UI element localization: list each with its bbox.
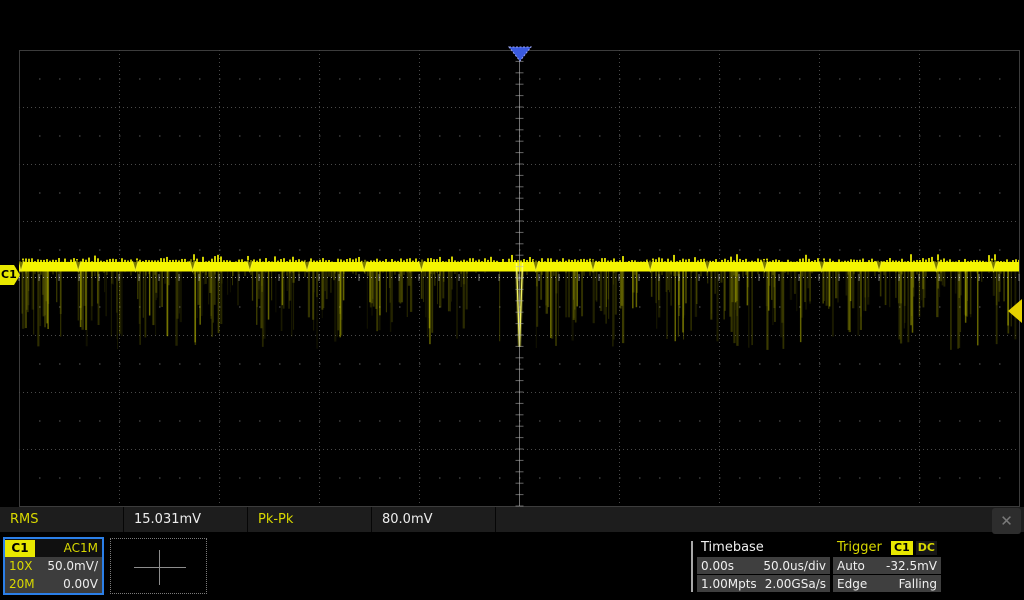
- channel-box-row-3: 20M 0.00V: [5, 575, 102, 593]
- measurement-pkpk-value-cell[interactable]: 80.0mV: [372, 507, 496, 532]
- trigger-slope: Falling: [899, 577, 937, 591]
- trigger-level: -32.5mV: [886, 559, 937, 573]
- measurement-pkpk-value: 80.0mV: [382, 512, 433, 527]
- close-icon: ✕: [1000, 512, 1013, 530]
- timebase-sample-rate: 2.00GSa/s: [765, 577, 826, 591]
- trigger-header: Trigger C1 DC: [833, 539, 941, 556]
- channel-probe: 10X: [9, 559, 33, 573]
- channel-coupling: AC1M: [35, 541, 102, 555]
- trigger-type: Edge: [837, 577, 867, 591]
- trigger-panel[interactable]: Trigger C1 DC Auto -32.5mV Edge Falling: [833, 539, 941, 592]
- measurement-rms-label-cell[interactable]: RMS: [0, 507, 124, 532]
- timebase-row-2: 1.00Mpts 2.00GSa/s: [697, 575, 830, 592]
- channel-box-row-2: 10X 50.0mV/: [5, 557, 102, 575]
- trigger-row-1: Auto -32.5mV: [833, 557, 941, 574]
- plus-icon: [159, 550, 160, 585]
- channel-bandwidth: 20M: [9, 577, 35, 591]
- measurement-pkpk-label-cell[interactable]: Pk-Pk: [248, 507, 372, 532]
- measurement-rms-value: 15.031mV: [134, 512, 201, 527]
- close-measurements-button[interactable]: ✕: [992, 508, 1021, 534]
- channel-offset: 0.00V: [63, 577, 98, 591]
- timebase-delay: 0.00s: [701, 559, 734, 573]
- trigger-row-2: Edge Falling: [833, 575, 941, 592]
- timebase-title: Timebase: [697, 539, 830, 556]
- trigger-level-marker[interactable]: [1006, 298, 1023, 325]
- measurement-pkpk-label: Pk-Pk: [258, 512, 293, 527]
- timebase-scale: 50.0us/div: [763, 559, 826, 573]
- oscilloscope-screen: C1 RMS 15.031mV Pk-Pk 80.0mV ✕ C1 AC1M 1…: [0, 0, 1024, 600]
- trigger-source-badge: C1: [891, 541, 913, 555]
- timebase-row-1: 0.00s 50.0us/div: [697, 557, 830, 574]
- measurement-rms-value-cell[interactable]: 15.031mV: [124, 507, 248, 532]
- plus-icon: [134, 567, 186, 568]
- channel-box-row-1: C1 AC1M: [5, 539, 102, 557]
- trigger-title: Trigger: [837, 540, 891, 555]
- measurement-rms-label: RMS: [10, 512, 39, 527]
- channel-badge: C1: [5, 540, 35, 557]
- channel-vertical-scale: 50.0mV/: [47, 559, 98, 573]
- trigger-mode: Auto: [837, 559, 865, 573]
- add-channel-placeholder[interactable]: [110, 538, 207, 594]
- trigger-position-marker[interactable]: [507, 46, 533, 63]
- channel-descriptor-box[interactable]: C1 AC1M 10X 50.0mV/ 20M 0.00V: [3, 537, 104, 595]
- trigger-coupling-badge: DC: [916, 541, 937, 555]
- measurement-bar: RMS 15.031mV Pk-Pk 80.0mV: [0, 507, 1024, 532]
- timebase-panel[interactable]: Timebase 0.00s 50.0us/div 1.00Mpts 2.00G…: [697, 539, 830, 592]
- timebase-memory-depth: 1.00Mpts: [701, 577, 757, 591]
- bottom-bar-divider: [691, 541, 693, 592]
